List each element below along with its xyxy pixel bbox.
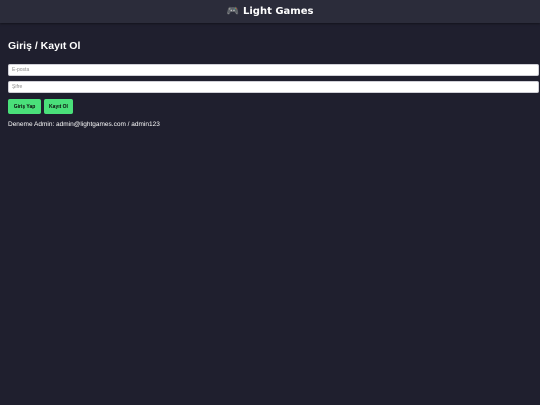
gamepad-icon: 🎮 <box>226 5 239 17</box>
email-field[interactable] <box>8 64 539 76</box>
register-button[interactable]: Kayıt Ol <box>44 99 73 114</box>
password-field[interactable] <box>8 81 539 93</box>
app-header: 🎮 Light Games <box>0 0 540 23</box>
demo-credentials: Deneme Admin: admin@lightgames.com / adm… <box>8 121 160 128</box>
page-title: Giriş / Kayıt Ol <box>8 40 81 52</box>
form-actions: Giriş Yap Kayıt Ol <box>8 99 532 114</box>
login-button[interactable]: Giriş Yap <box>8 99 41 114</box>
auth-form: Giriş / Kayıt Ol Giriş Yap Kayıt Ol Dene… <box>8 38 539 129</box>
brand-logo[interactable]: 🎮 Light Games <box>227 6 314 17</box>
app-title: Light Games <box>243 6 314 17</box>
